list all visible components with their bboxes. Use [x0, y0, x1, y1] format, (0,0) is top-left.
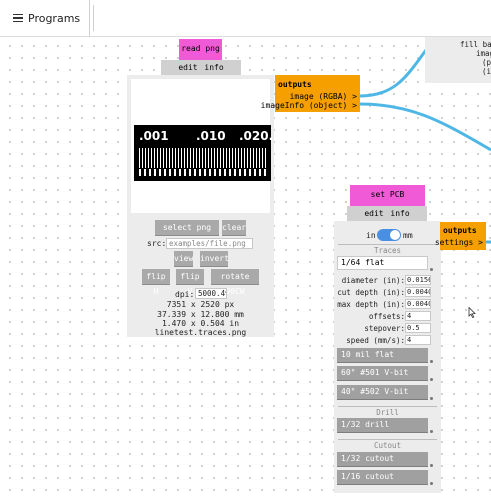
- tool-40-vbit-handle[interactable]: [430, 397, 433, 400]
- preview-label-001: .001: [139, 129, 169, 143]
- max-depth-label: max depth (in):: [337, 300, 405, 309]
- read-png-edit-bar: edit info collapse: [161, 60, 241, 87]
- image-filename: linetest.traces.png: [154, 328, 247, 337]
- edit-link[interactable]: edit: [178, 63, 197, 72]
- tool-1-32-cutout-handle[interactable]: [430, 464, 433, 467]
- speed-label: speed (mm/s):: [346, 336, 405, 345]
- pcb-outputs: outputs settings >: [435, 222, 486, 250]
- cutout-section-label: Cutout: [373, 441, 402, 450]
- diameter-input[interactable]: 0.0156: [405, 275, 431, 285]
- units-toggle[interactable]: [377, 229, 401, 241]
- cut-depth-input[interactable]: 0.0040: [405, 287, 431, 297]
- units-mm-label: mm: [403, 231, 413, 240]
- clipped-line-4: (i: [482, 67, 491, 76]
- read-png-title[interactable]: read png: [179, 39, 222, 60]
- tool-1-64-flat-handle[interactable]: [430, 268, 433, 271]
- cutout-divider: [338, 439, 437, 440]
- dpi-input[interactable]: 5000.49: [195, 288, 227, 299]
- offsets-input[interactable]: 4: [405, 311, 431, 321]
- info-link[interactable]: info: [204, 63, 223, 72]
- clear-button[interactable]: clear: [222, 220, 246, 235]
- dpi-label: dpi:: [175, 290, 195, 299]
- outputs-header: outputs: [278, 80, 312, 89]
- select-png-file-button[interactable]: select png file: [155, 220, 219, 247]
- stepover-label: stepover:: [364, 324, 405, 333]
- offsets-label: offsets:: [368, 312, 405, 321]
- image-size-px: 7351 x 2520 px: [166, 300, 235, 309]
- clipped-line-3: (p: [482, 58, 491, 67]
- tool-1-16-cutout[interactable]: 1/16 cutout: [337, 470, 428, 484]
- traces-section-label: Traces: [373, 246, 402, 255]
- output-image-rgba[interactable]: image (RGBA) >: [290, 92, 357, 101]
- traces-divider: [338, 244, 437, 245]
- tool-1-64-flat[interactable]: 1/64 flat: [337, 256, 428, 270]
- clipped-line-1: fill bac: [460, 40, 491, 49]
- outputs-header: outputs: [443, 226, 477, 235]
- tool-1-16-cutout-handle[interactable]: [430, 482, 433, 485]
- invert-button[interactable]: invert: [200, 251, 229, 266]
- preview-image: .001 .010 .020.: [134, 125, 274, 181]
- flip-h-button[interactable]: flip H: [142, 269, 170, 296]
- stepover-input[interactable]: 0.5: [405, 323, 431, 333]
- preview-trace-lines: [139, 148, 266, 168]
- diameter-label: diameter (in):: [341, 276, 405, 285]
- tool-10-mil-flat[interactable]: 10 mil flat: [337, 348, 428, 362]
- wire-imageinfo-output: [359, 102, 491, 152]
- tool-1-32-cutout[interactable]: 1/32 cutout: [337, 452, 428, 466]
- read-png-panel: .001 .010 .020. select png file clear sr…: [127, 75, 274, 337]
- image-preview: .001 .010 .020.: [131, 79, 274, 213]
- cut-depth-label: cut depth (in):: [337, 288, 405, 297]
- output-settings[interactable]: settings >: [435, 238, 483, 247]
- preview-label-020: .020.: [239, 129, 274, 143]
- mouse-cursor-icon: [468, 307, 476, 318]
- tool-60-vbit[interactable]: 60° #501 V-bit: [337, 366, 428, 380]
- image-size-in: 1.470 x 0.504 in: [161, 319, 240, 328]
- speed-input[interactable]: 4: [405, 335, 431, 345]
- info-link[interactable]: info: [390, 209, 409, 218]
- flip-v-button[interactable]: flip V: [176, 269, 204, 296]
- units-in-label: in: [366, 231, 376, 240]
- clipped-module-panel: fill bac imag (p (i: [425, 37, 491, 83]
- preview-trace-lines-lower: [139, 169, 266, 176]
- pcb-defaults-title[interactable]: set PCB defaults: [350, 185, 425, 219]
- clipped-line-2: imag: [476, 49, 491, 58]
- tool-10-mil-flat-handle[interactable]: [430, 360, 433, 363]
- tool-40-vbit[interactable]: 40° #502 V-bit: [337, 385, 428, 399]
- edit-link[interactable]: edit: [364, 209, 383, 218]
- drill-section-label: Drill: [376, 408, 399, 417]
- max-depth-input[interactable]: 0.0040: [405, 299, 431, 309]
- rotate-90cw-button[interactable]: rotate 90CW: [211, 269, 259, 296]
- output-image-info[interactable]: imageInfo (object) >: [261, 101, 357, 110]
- tool-60-vbit-handle[interactable]: [430, 378, 433, 381]
- drill-divider: [338, 406, 437, 407]
- src-input[interactable]: examples/file.png: [166, 238, 253, 249]
- tool-1-32-drill-handle[interactable]: [430, 430, 433, 433]
- pcb-edit-bar: edit info collapse: [347, 206, 427, 233]
- read-png-outputs: outputs image (RGBA) > imageInfo (object…: [261, 75, 360, 112]
- wire-image-output: [359, 37, 437, 98]
- view-button[interactable]: view: [174, 251, 193, 266]
- src-label: src:: [147, 239, 167, 248]
- preview-label-010: .010: [196, 129, 226, 143]
- pcb-defaults-panel: in mm Traces 1/64 flat diameter (in): 0.…: [334, 221, 441, 493]
- image-size-mm: 37.339 x 12.800 mm: [157, 310, 244, 319]
- tool-1-32-drill[interactable]: 1/32 drill: [337, 418, 428, 432]
